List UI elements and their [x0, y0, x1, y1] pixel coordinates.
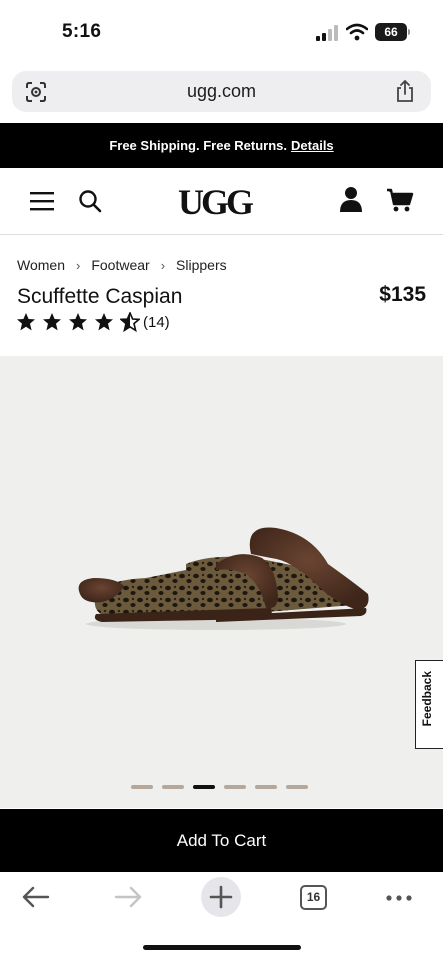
status-bar: 5:16 66	[0, 0, 443, 66]
breadcrumb-footwear[interactable]: Footwear	[91, 257, 149, 273]
back-icon[interactable]	[22, 886, 50, 908]
menu-icon[interactable]	[30, 190, 54, 212]
status-time: 5:16	[62, 21, 102, 42]
share-icon[interactable]	[394, 79, 416, 103]
carousel-dots	[131, 785, 317, 789]
carousel-dot[interactable]	[162, 785, 184, 789]
product-gallery[interactable]: Feedback	[0, 356, 443, 808]
signal-icon	[316, 25, 338, 41]
battery-nub	[408, 29, 410, 35]
product-title: Scuffette Caspian	[17, 285, 183, 308]
forward-icon[interactable]	[114, 886, 142, 908]
star-icon	[17, 313, 35, 331]
star-icon	[69, 313, 87, 331]
address-bar[interactable]: ugg.com	[12, 71, 431, 112]
feedback-label[interactable]: Feedback	[420, 671, 434, 726]
add-to-cart-button[interactable]: Add To Cart	[0, 809, 443, 872]
account-icon[interactable]	[338, 186, 364, 212]
promo-banner: Free Shipping. Free Returns. Details	[0, 123, 443, 168]
search-icon[interactable]	[78, 189, 102, 213]
browser-toolbar: 16	[0, 872, 443, 960]
promo-text: Free Shipping. Free Returns.	[109, 138, 288, 153]
chevron-right-icon: ›	[75, 257, 81, 273]
breadcrumb-slippers[interactable]: Slippers	[176, 257, 227, 273]
promo-details-link[interactable]: Details	[291, 138, 334, 153]
chevron-right-icon: ›	[160, 257, 166, 273]
product-image[interactable]	[66, 524, 378, 634]
new-tab-button[interactable]	[201, 877, 241, 917]
carousel-dot[interactable]	[286, 785, 308, 789]
carousel-dot[interactable]	[131, 785, 153, 789]
product-price: $135	[379, 283, 426, 306]
star-icon	[43, 313, 61, 331]
rating[interactable]: (14)	[16, 312, 170, 332]
plus-icon	[209, 885, 233, 909]
star-half-icon	[120, 312, 140, 332]
site-header: UGG	[0, 168, 443, 235]
carousel-dot[interactable]	[224, 785, 246, 789]
url-text[interactable]: ugg.com	[12, 81, 431, 102]
battery-indicator: 66	[375, 23, 407, 41]
carousel-dot[interactable]	[255, 785, 277, 789]
wifi-icon	[346, 23, 368, 41]
home-indicator	[143, 945, 301, 950]
tabs-button[interactable]: 16	[300, 885, 327, 910]
review-count[interactable]: (14)	[143, 314, 170, 331]
star-icon	[95, 313, 113, 331]
feedback-tab[interactable]: Feedback	[415, 660, 443, 749]
carousel-dot-active[interactable]	[193, 785, 215, 789]
cart-icon[interactable]	[386, 187, 414, 213]
breadcrumb: Women › Footwear › Slippers	[17, 257, 227, 273]
more-icon[interactable]	[385, 894, 413, 902]
breadcrumb-women[interactable]: Women	[17, 257, 65, 273]
ugg-logo[interactable]: UGG	[178, 181, 254, 223]
